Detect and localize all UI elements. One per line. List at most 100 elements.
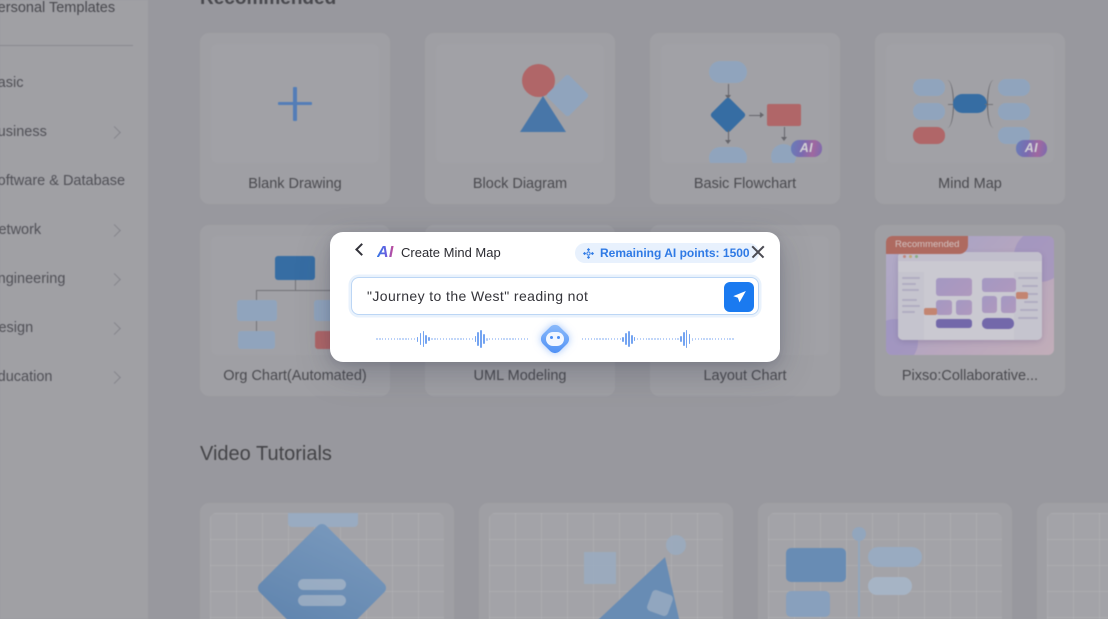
- app-root: Personal Templates Basic Business Softwa…: [0, 0, 1108, 619]
- template-thumbnail: Recommended: [886, 236, 1054, 355]
- template-card-basic-flowchart[interactable]: AI Basic Flowchart: [650, 33, 840, 204]
- template-card-mind-map[interactable]: AI Mind Map: [875, 33, 1065, 204]
- shape-block: [786, 548, 846, 582]
- template-label: Mind Map: [938, 176, 1002, 192]
- sidebar-header: Personal Templates: [0, 0, 116, 16]
- sidebar-item-label: Basic: [0, 75, 24, 91]
- sidebar-item-label: Design: [0, 320, 34, 336]
- video-card-2[interactable]: [479, 503, 733, 619]
- template-label: Pixso:Collaborative...: [901, 368, 1039, 384]
- dialog-title: Create Mind Map: [401, 245, 501, 260]
- recommended-section-title: Recommended: [200, 0, 336, 10]
- voice-waveform: [351, 322, 759, 356]
- mind-node: [913, 79, 945, 96]
- shape-bar: [298, 579, 346, 590]
- prompt-input[interactable]: "Journey to the West" reading not: [351, 277, 759, 315]
- ai-mascot-icon: [538, 322, 572, 356]
- mind-node: [998, 79, 1030, 96]
- org-node-root: [275, 256, 315, 280]
- video-card-4[interactable]: [1037, 503, 1108, 619]
- video-thumbnail: [768, 513, 1002, 619]
- video-thumbnail: [1047, 513, 1108, 619]
- sidebar-item-label: Software & Database: [0, 173, 126, 189]
- video-thumbnail: [489, 513, 723, 619]
- org-connector: [256, 321, 258, 331]
- sidebar-item-label: Network: [0, 222, 42, 238]
- ai-logo-icon: AI: [377, 244, 394, 261]
- send-button[interactable]: [724, 282, 754, 312]
- recommended-badge: Recommended: [886, 236, 969, 254]
- video-card-3[interactable]: [758, 503, 1012, 619]
- ai-points-badge[interactable]: Remaining AI points: 1500: [575, 243, 759, 263]
- sidebar-item-basic[interactable]: Basic: [0, 70, 133, 96]
- create-mind-map-dialog: AI Create Mind Map Remaining AI points: …: [330, 232, 780, 362]
- sidebar: Personal Templates Basic Business Softwa…: [0, 0, 148, 619]
- chevron-right-icon: [108, 223, 121, 237]
- chevron-right-icon: [108, 321, 121, 335]
- waveform-left: [376, 328, 528, 350]
- prompt-input-value: "Journey to the West" reading not: [367, 288, 589, 304]
- waveform-right: [582, 328, 734, 350]
- sidebar-item-label: Education: [0, 369, 53, 385]
- dialog-header: AI Create Mind Map Remaining AI points: …: [330, 232, 780, 272]
- shape-circle: [666, 535, 686, 555]
- shape-bar: [298, 595, 346, 606]
- org-connector: [256, 290, 334, 292]
- shape-connector: [858, 531, 860, 617]
- chevron-right-icon: [108, 125, 121, 139]
- shape-block: [786, 591, 830, 617]
- send-icon: [733, 291, 746, 303]
- plus-icon: [278, 86, 312, 121]
- grid-background: [1047, 513, 1108, 619]
- arrowhead-icon: [724, 140, 731, 144]
- arrowhead-icon: [780, 137, 787, 141]
- template-thumbnail: [436, 44, 604, 163]
- template-card-block-diagram[interactable]: Block Diagram: [425, 33, 615, 204]
- mind-node: [998, 103, 1030, 120]
- flow-node-start: [709, 61, 747, 83]
- chevron-right-icon: [108, 370, 121, 384]
- back-arrow-icon[interactable]: [355, 243, 368, 256]
- triangle-shape-icon: [520, 96, 566, 132]
- mind-node-center: [953, 94, 987, 113]
- sidebar-item-design[interactable]: Design: [0, 315, 133, 341]
- sidebar-divider: [0, 45, 133, 46]
- template-card-pixso-promo[interactable]: Recommended Pixso:Collaborative...: [875, 225, 1065, 396]
- ai-points-icon: [582, 247, 595, 259]
- template-thumbnail: AI: [661, 44, 829, 163]
- flow-node-decision: [709, 96, 747, 134]
- ai-badge: AI: [790, 140, 822, 157]
- org-node: [237, 300, 277, 321]
- arrowhead-icon: [760, 111, 764, 118]
- video-tutorials-title: Video Tutorials: [200, 443, 332, 465]
- sidebar-item-software-database[interactable]: Software & Database: [0, 168, 133, 194]
- shape-dot: [852, 527, 866, 541]
- template-label: Basic Flowchart: [693, 176, 797, 192]
- template-card-blank-drawing[interactable]: Blank Drawing: [200, 33, 390, 204]
- chevron-right-icon: [108, 272, 121, 286]
- sidebar-item-label: Engineering: [0, 271, 66, 287]
- flow-node-end: [709, 147, 747, 163]
- template-label: Org Chart(Automated): [223, 368, 367, 384]
- sidebar-item-label: Business: [0, 124, 47, 140]
- sidebar-item-engineering[interactable]: Engineering: [0, 266, 133, 292]
- template-label: Block Diagram: [472, 176, 568, 192]
- video-thumbnail: [210, 513, 444, 619]
- video-card-1[interactable]: [200, 503, 454, 619]
- shape-pill: [868, 547, 922, 567]
- template-label: Layout Chart: [703, 368, 787, 384]
- ai-badge: AI: [1015, 140, 1047, 157]
- template-thumbnail: AI: [886, 44, 1054, 163]
- shape-pill: [868, 577, 912, 595]
- mind-node: [913, 127, 945, 144]
- ai-points-label: Remaining AI points: 1500: [600, 246, 750, 260]
- sidebar-item-business[interactable]: Business: [0, 119, 133, 145]
- sidebar-item-education[interactable]: Education: [0, 364, 133, 390]
- org-node: [238, 331, 275, 349]
- sidebar-item-network[interactable]: Network: [0, 217, 133, 243]
- template-label: UML Modeling: [473, 368, 567, 384]
- close-icon[interactable]: [750, 244, 766, 260]
- template-label: Blank Drawing: [248, 176, 342, 192]
- template-thumbnail: [211, 44, 379, 163]
- flow-node-process: [767, 104, 801, 126]
